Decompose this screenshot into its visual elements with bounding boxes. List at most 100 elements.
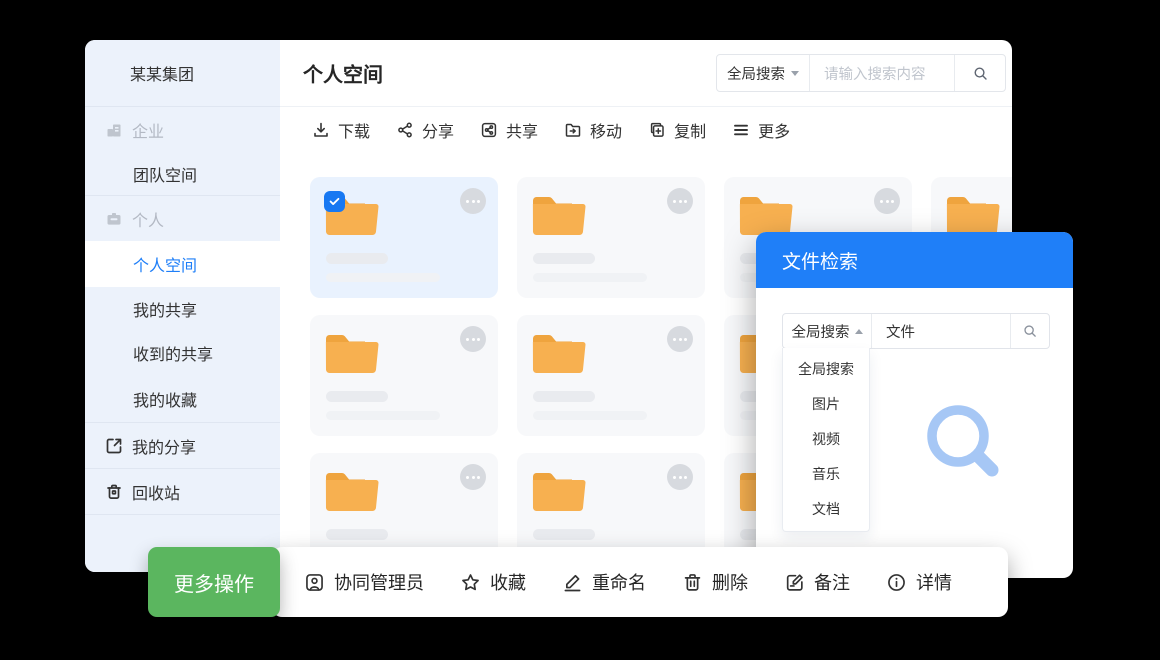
tool-label: 更多 <box>758 118 790 142</box>
sidebar-item-label: 回收站 <box>132 480 180 504</box>
folder-icon <box>944 193 1002 237</box>
more-operations-button[interactable]: 更多操作 <box>148 547 280 617</box>
download-button[interactable]: 下载 <box>312 118 370 142</box>
tool-label: 移动 <box>590 118 622 142</box>
delete-icon <box>682 572 703 593</box>
menu-item-images[interactable]: 图片 <box>783 387 869 422</box>
sidebar-group-personal[interactable]: 个人 <box>85 196 280 241</box>
card-checkbox[interactable] <box>324 191 345 212</box>
rename-button[interactable]: 重命名 <box>562 569 646 595</box>
rename-icon <box>562 572 583 593</box>
bottom-action-bar: 协同管理员 收藏 重命名 删除 <box>272 547 1008 617</box>
menu-item-music[interactable]: 音乐 <box>783 457 869 492</box>
sidebar-item-label: 企业 <box>132 118 164 142</box>
more-lines-icon <box>732 121 750 139</box>
sidebar-item-team-space[interactable]: 团队空间 <box>85 152 280 196</box>
sidebar-item-label: 我的分享 <box>132 434 196 458</box>
card-more-button[interactable] <box>667 326 693 352</box>
sidebar-item-label: 我的收藏 <box>133 387 197 411</box>
file-title-placeholder <box>326 391 388 402</box>
sidebar-item-label: 个人 <box>132 207 164 231</box>
search-button[interactable] <box>954 55 1005 91</box>
panel-search-input[interactable]: 文件 <box>872 314 1010 348</box>
sidebar-item-my-shared[interactable]: 我的共享 <box>85 287 280 331</box>
panel-title: 文件检索 <box>782 247 858 274</box>
chevron-up-icon <box>855 329 863 334</box>
delete-button[interactable]: 删除 <box>682 569 748 595</box>
folder-icon <box>530 469 588 513</box>
copy-icon <box>648 121 666 139</box>
favorite-button[interactable]: 收藏 <box>460 569 526 595</box>
folder-card[interactable] <box>310 177 498 298</box>
folder-icon <box>323 469 381 513</box>
share-out-icon <box>105 437 123 455</box>
shared-space-button[interactable]: 共享 <box>480 118 538 142</box>
move-folder-icon <box>564 121 582 139</box>
sidebar-group-enterprise[interactable]: 企业 <box>85 107 280 152</box>
menu-item-global[interactable]: 全局搜索 <box>783 352 869 387</box>
share-button[interactable]: 分享 <box>396 118 454 142</box>
menu-item-documents[interactable]: 文档 <box>783 492 869 527</box>
move-button[interactable]: 移动 <box>564 118 622 142</box>
sidebar-item-received-shared[interactable]: 收到的共享 <box>85 331 280 375</box>
action-label: 重命名 <box>592 569 646 595</box>
panel-search-box: 全局搜索 文件 <box>782 313 1050 349</box>
building-icon <box>105 121 123 139</box>
sidebar-item-label: 个人空间 <box>133 252 197 276</box>
info-icon <box>886 572 907 593</box>
file-title-placeholder <box>326 253 388 264</box>
file-retrieval-panel: 文件检索 全局搜索 文件 全局搜索 图片 视频 音乐 文档 <box>756 232 1073 578</box>
card-more-button[interactable] <box>460 188 486 214</box>
file-meta-placeholder <box>326 273 440 282</box>
folder-card[interactable] <box>517 315 705 436</box>
sidebar-item-label: 收到的共享 <box>133 341 213 365</box>
tool-label: 下载 <box>338 118 370 142</box>
sidebar-item-my-shares[interactable]: 我的分享 <box>85 423 280 469</box>
card-more-button[interactable] <box>667 464 693 490</box>
panel-search-button[interactable] <box>1010 314 1049 348</box>
sidebar-item-label: 我的共享 <box>133 297 197 321</box>
more-button[interactable]: 更多 <box>732 118 790 142</box>
main-header: 个人空间 全局搜索 请输入搜索内容 <box>280 40 1012 107</box>
search-input[interactable]: 请输入搜索内容 <box>810 55 954 91</box>
star-icon <box>460 572 481 593</box>
folder-icon <box>737 193 795 237</box>
card-more-button[interactable] <box>460 464 486 490</box>
action-label: 备注 <box>814 569 850 595</box>
folder-icon <box>530 193 588 237</box>
folder-icon <box>323 331 381 375</box>
toolbar: 下载 分享 共享 <box>280 106 1012 154</box>
collaborator-admin-button[interactable]: 协同管理员 <box>304 569 424 595</box>
copy-button[interactable]: 复制 <box>648 118 706 142</box>
tool-label: 分享 <box>422 118 454 142</box>
card-more-button[interactable] <box>460 326 486 352</box>
card-more-button[interactable] <box>667 188 693 214</box>
sidebar-item-personal-space[interactable]: 个人空间 <box>85 241 280 287</box>
collaborator-admin-icon <box>304 572 325 593</box>
big-magnifier-icon <box>924 402 1008 486</box>
action-label: 收藏 <box>490 569 526 595</box>
file-title-placeholder <box>533 253 595 264</box>
search-scope-dropdown[interactable]: 全局搜索 <box>717 55 810 91</box>
panel-header: 文件检索 <box>756 232 1073 288</box>
details-button[interactable]: 详情 <box>886 569 952 595</box>
trash-icon <box>105 483 123 501</box>
panel-scope-label: 全局搜索 <box>792 321 850 342</box>
share-nodes-icon <box>396 121 414 139</box>
card-more-button[interactable] <box>874 188 900 214</box>
file-meta-placeholder <box>326 411 440 420</box>
note-button[interactable]: 备注 <box>784 569 850 595</box>
magnifier-icon <box>1022 323 1038 339</box>
shared-box-icon <box>480 121 498 139</box>
folder-card[interactable] <box>517 177 705 298</box>
more-operations-label: 更多操作 <box>174 568 254 597</box>
menu-item-videos[interactable]: 视频 <box>783 422 869 457</box>
panel-scope-dropdown[interactable]: 全局搜索 <box>783 314 872 348</box>
download-icon <box>312 121 330 139</box>
scope-dropdown-menu: 全局搜索 图片 视频 音乐 文档 <box>782 348 870 532</box>
sidebar-item-recycle-bin[interactable]: 回收站 <box>85 469 280 515</box>
folder-card[interactable] <box>310 315 498 436</box>
tool-label: 复制 <box>674 118 706 142</box>
org-title-label: 某某集团 <box>130 61 194 85</box>
sidebar-item-my-favorites[interactable]: 我的收藏 <box>85 375 280 423</box>
